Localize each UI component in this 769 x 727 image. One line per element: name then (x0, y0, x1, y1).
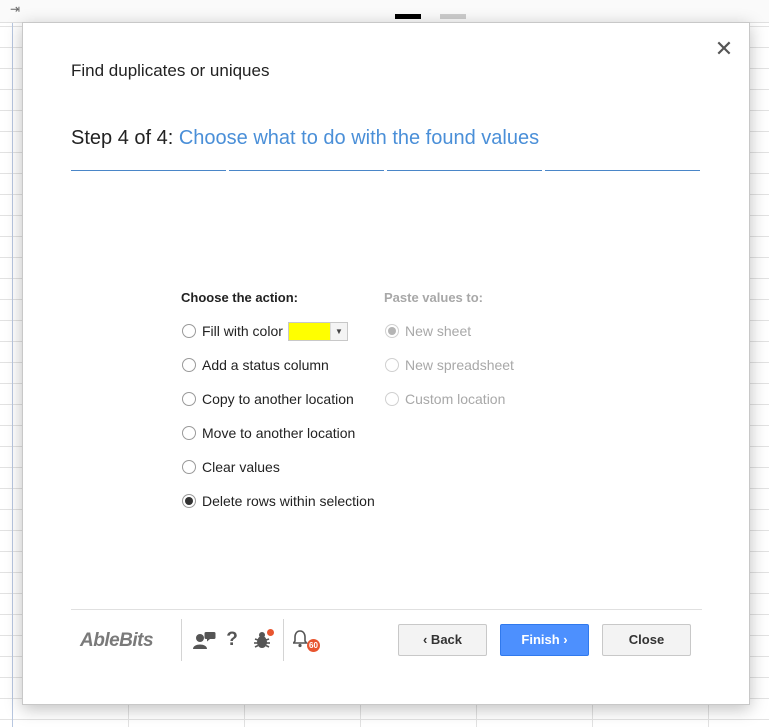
notifications-icon[interactable]: 60 (291, 629, 320, 652)
paste-header: Paste values to: (384, 290, 483, 305)
radio-button[interactable] (182, 392, 196, 406)
option-label: Delete rows within selection (202, 493, 375, 509)
fill-color-dropdown[interactable]: ▼ (287, 321, 348, 341)
close-icon[interactable]: ✕ (714, 38, 734, 60)
dialog-title: Find duplicates or uniques (71, 61, 270, 80)
option-label: Move to another location (202, 425, 356, 441)
radio-button[interactable] (182, 426, 196, 440)
option-add-status-column[interactable]: Add a status column (182, 355, 329, 375)
radio-button[interactable] (182, 324, 196, 338)
option-move-to-location[interactable]: Move to another location (182, 423, 355, 443)
find-duplicates-dialog: Find duplicates or uniques ✕ Step 4 of 4… (22, 22, 750, 705)
option-label: Custom location (405, 391, 506, 407)
radio-button[interactable] (182, 494, 196, 508)
finish-button[interactable]: Finish › (500, 624, 589, 656)
progress-segment (229, 170, 384, 171)
option-label: Copy to another location (202, 391, 354, 407)
option-clear-values[interactable]: Clear values (182, 457, 280, 477)
radio-button[interactable] (385, 324, 399, 338)
radio-button[interactable] (182, 358, 196, 372)
paste-option-new-sheet[interactable]: New sheet (385, 321, 471, 341)
radio-button[interactable] (385, 392, 399, 406)
option-delete-rows[interactable]: Delete rows within selection (182, 491, 375, 511)
spreadsheet-toolbar: ⇥ (0, 0, 769, 23)
help-icon[interactable]: ? (221, 629, 243, 651)
feedback-icon[interactable] (192, 629, 216, 651)
back-button[interactable]: ‹ Back (398, 624, 487, 656)
fill-color-swatch (440, 14, 466, 19)
progress-segment (545, 170, 700, 171)
alert-dot (267, 629, 274, 636)
option-label: Clear values (202, 459, 280, 475)
bug-report-icon[interactable] (251, 629, 274, 651)
text-color-swatch (395, 14, 421, 19)
option-label: New sheet (405, 323, 472, 339)
color-swatch (288, 322, 330, 340)
action-header: Choose the action: (181, 290, 299, 305)
close-button[interactable]: Close (602, 624, 691, 656)
step-progress-bar (71, 170, 700, 172)
option-fill-with-color[interactable]: Fill with color ▼ (182, 321, 348, 341)
option-label: Fill with color (202, 323, 283, 339)
paste-option-custom-location[interactable]: Custom location (385, 389, 505, 409)
option-label: New spreadsheet (405, 357, 514, 373)
chevron-down-icon: ▼ (329, 322, 347, 340)
footer-divider (71, 609, 702, 610)
progress-segment (387, 170, 542, 171)
progress-segment (71, 170, 226, 171)
footer-separator (283, 619, 284, 661)
paste-option-new-spreadsheet[interactable]: New spreadsheet (385, 355, 514, 375)
footer-separator (181, 619, 182, 661)
radio-button[interactable] (385, 358, 399, 372)
step-counter: Step 4 of 4: (71, 127, 179, 149)
toolbar-arrow-icon: ⇥ (10, 2, 21, 16)
step-heading: Step 4 of 4: Choose what to do with the … (71, 127, 539, 150)
radio-button[interactable] (182, 460, 196, 474)
ablebits-logo[interactable]: AbleBits (80, 630, 154, 652)
option-label: Add a status column (202, 357, 329, 373)
option-copy-to-location[interactable]: Copy to another location (182, 389, 354, 409)
step-description: Choose what to do with the found values (178, 127, 540, 149)
spreadsheet-row-border (12, 0, 13, 727)
notification-count-badge: 60 (307, 639, 320, 652)
